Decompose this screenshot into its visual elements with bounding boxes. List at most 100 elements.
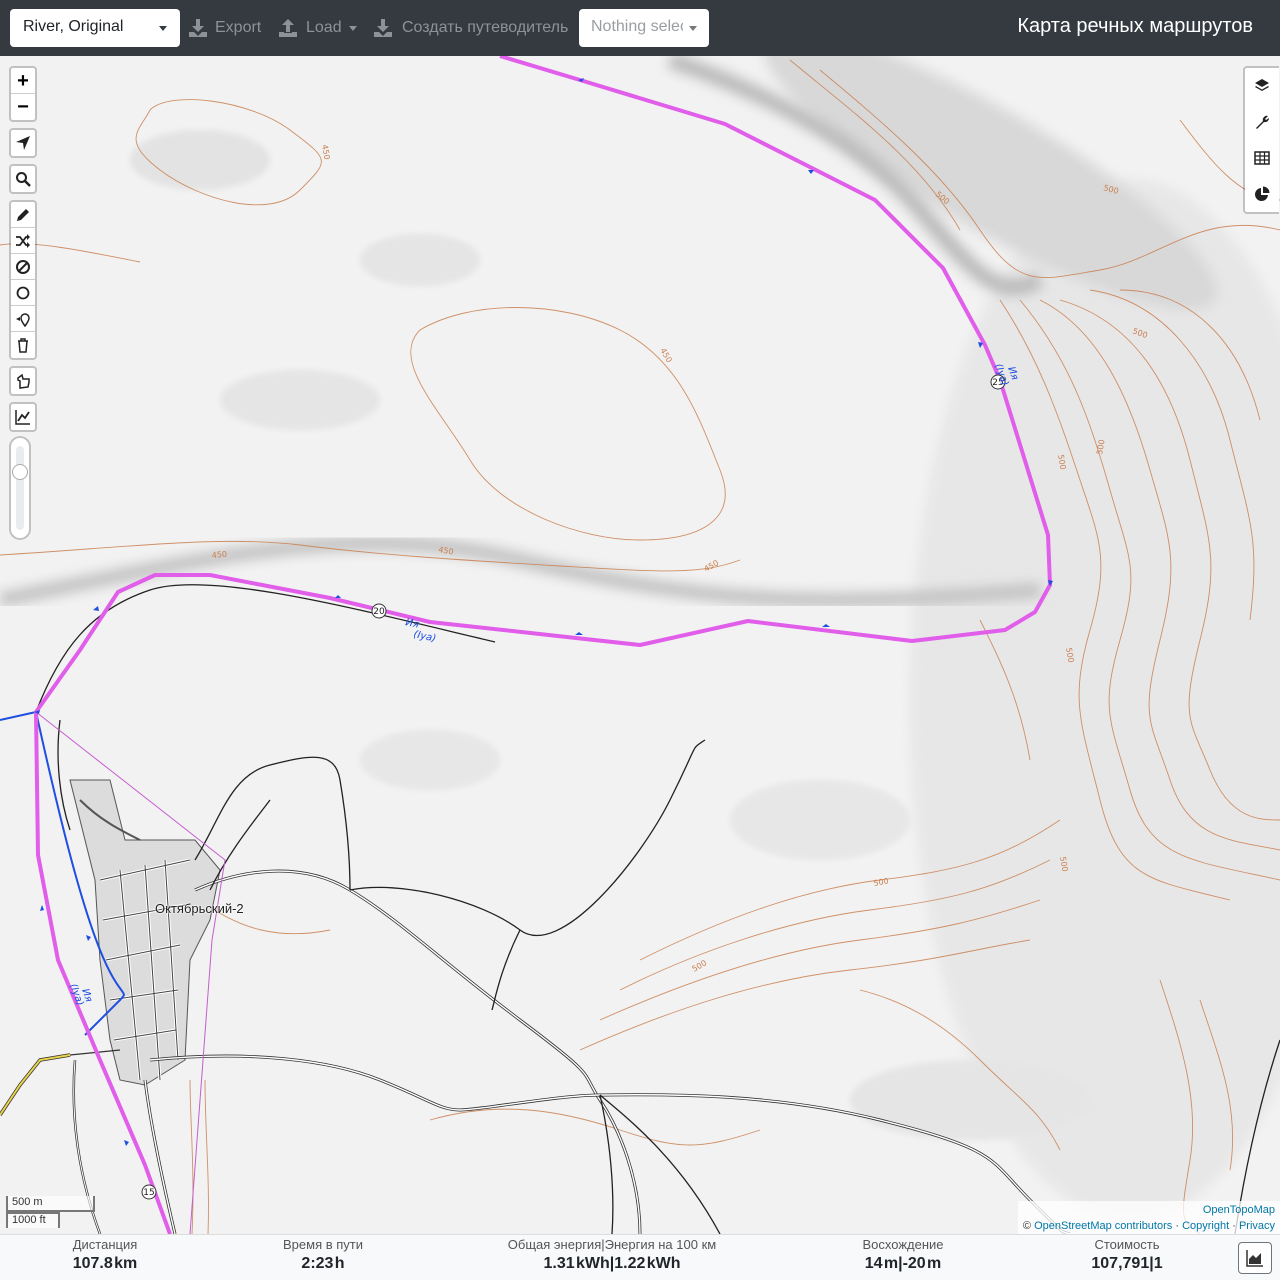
slider-track bbox=[16, 446, 24, 530]
draw-tools bbox=[9, 200, 37, 360]
stat-unit: km bbox=[114, 1255, 138, 1272]
stat-ascent: Восхождение 14 m|-20 m bbox=[838, 1237, 968, 1275]
settlement-label: Октябрьский-2 bbox=[155, 901, 244, 916]
table-icon bbox=[1254, 151, 1270, 165]
scale-imperial: 1000 ft bbox=[6, 1212, 60, 1228]
km-marker-label: 15 bbox=[143, 1188, 154, 1198]
separator: · bbox=[1175, 1220, 1179, 1232]
avoid-icon bbox=[16, 260, 30, 274]
stat-cost: Стоимость 107,791|1 bbox=[1062, 1237, 1192, 1275]
load-label: Load bbox=[306, 19, 342, 36]
poi-button[interactable] bbox=[11, 306, 35, 332]
pie-chart-icon bbox=[1255, 186, 1270, 201]
stat-title: Время в пути bbox=[283, 1237, 363, 1252]
hand-control bbox=[9, 366, 37, 396]
create-guide-button[interactable]: Создать путеводитель bbox=[373, 14, 573, 42]
area-chart-icon bbox=[1246, 1250, 1263, 1267]
hand-icon bbox=[17, 373, 30, 389]
statistics-button[interactable] bbox=[1245, 176, 1279, 212]
stat-value: 14 bbox=[864, 1255, 883, 1272]
route-select-value: Nothing selected bbox=[591, 18, 683, 35]
chevron-down-icon bbox=[689, 26, 697, 31]
chevron-down-icon bbox=[159, 26, 167, 31]
slider-thumb[interactable] bbox=[12, 464, 28, 480]
layers-icon bbox=[1255, 79, 1269, 91]
plus-icon: + bbox=[17, 70, 29, 92]
zoom-out-button[interactable]: − bbox=[11, 94, 35, 120]
route-stats-footer: Дистанция 107.8 km Время в пути 2:23 h О… bbox=[0, 1234, 1280, 1280]
upload-icon bbox=[279, 19, 297, 37]
map-canvas[interactable]: 450 450 450 450 450 500 500 500 500 500 … bbox=[0, 56, 1280, 1234]
minus-icon: − bbox=[17, 96, 29, 118]
download-icon bbox=[374, 19, 392, 37]
draw-route-button[interactable] bbox=[11, 202, 35, 228]
copyright-symbol: © bbox=[1022, 1220, 1032, 1232]
route-select[interactable]: Nothing selected bbox=[579, 9, 709, 47]
stat-distance: Дистанция 107.8 km bbox=[40, 1237, 170, 1275]
map-view[interactable]: 450 450 450 450 450 500 500 500 500 500 … bbox=[0, 56, 1280, 1234]
stat-unit: kWh bbox=[575, 1255, 610, 1272]
elevation-profile-button[interactable] bbox=[1238, 1242, 1272, 1274]
top-navbar: River, Original Export Load Создать путе… bbox=[0, 0, 1280, 56]
stat-value: -20 bbox=[902, 1255, 926, 1272]
shuffle-button[interactable] bbox=[11, 228, 35, 254]
copyright-link[interactable]: Copyright bbox=[1182, 1220, 1229, 1232]
stat-unit: m bbox=[927, 1255, 942, 1272]
stat-energy: Общая энергия|Энергия на 100 км 1.31 kWh… bbox=[482, 1237, 742, 1275]
elevation-chart-button[interactable] bbox=[11, 404, 35, 430]
hand-button[interactable] bbox=[11, 368, 35, 394]
draw-icon bbox=[17, 209, 29, 221]
stat-unit: m bbox=[883, 1255, 899, 1272]
wrench-icon bbox=[1256, 115, 1270, 129]
opacity-slider[interactable] bbox=[9, 436, 31, 540]
stat-value: 107,791 bbox=[1091, 1255, 1150, 1272]
locate-icon bbox=[16, 136, 30, 150]
locate-button[interactable] bbox=[11, 130, 35, 156]
poi-icon bbox=[16, 313, 30, 327]
brand-title: Карта речных маршрутов bbox=[1017, 15, 1253, 37]
stat-value: 1.31 bbox=[543, 1255, 575, 1272]
download-icon bbox=[189, 19, 207, 37]
export-button[interactable]: Export bbox=[188, 14, 268, 42]
zoom-control: + − bbox=[9, 66, 37, 122]
stat-value: 2:23 bbox=[301, 1255, 334, 1272]
settings-button[interactable] bbox=[1245, 104, 1279, 140]
search-button[interactable] bbox=[11, 166, 35, 192]
zoom-in-button[interactable]: + bbox=[11, 68, 35, 94]
attribution: OpenTopoMap © OpenStreetMap contributors… bbox=[1017, 1201, 1280, 1234]
elevation-chart-icon bbox=[15, 410, 30, 425]
search-icon bbox=[16, 172, 31, 187]
km-marker-label: 20 bbox=[373, 607, 385, 617]
table-button[interactable] bbox=[1245, 140, 1279, 176]
provider-link[interactable]: OpenTopoMap bbox=[1203, 1204, 1275, 1216]
stat-unit: h bbox=[334, 1255, 345, 1272]
layers-button[interactable] bbox=[1245, 68, 1279, 104]
circle-icon bbox=[16, 286, 30, 300]
search-control bbox=[9, 164, 37, 194]
stat-time: Время в пути 2:23 h bbox=[258, 1237, 388, 1275]
stat-unit: kWh bbox=[646, 1255, 681, 1272]
profile-select-value: River, Original bbox=[23, 18, 124, 35]
stat-value: 1 bbox=[1153, 1255, 1163, 1272]
delete-route-button[interactable] bbox=[11, 332, 35, 358]
load-button[interactable]: Load bbox=[278, 14, 360, 42]
circle-tool-button[interactable] bbox=[11, 280, 35, 306]
privacy-link[interactable]: Privacy bbox=[1239, 1220, 1275, 1232]
profile-select[interactable]: River, Original bbox=[10, 9, 180, 47]
stat-value: 107.8 bbox=[72, 1255, 113, 1272]
stat-title: Восхождение bbox=[862, 1237, 944, 1252]
layer-controls bbox=[1243, 66, 1279, 214]
osm-link[interactable]: OpenStreetMap contributors bbox=[1034, 1220, 1172, 1232]
export-label: Export bbox=[215, 19, 262, 36]
create-guide-label: Создать путеводитель bbox=[402, 19, 569, 36]
separator: · bbox=[1232, 1220, 1236, 1232]
stat-value: 1.22 bbox=[614, 1255, 646, 1272]
chevron-down-icon bbox=[349, 26, 357, 31]
stat-title: Дистанция bbox=[72, 1237, 138, 1252]
stat-title: Общая энергия|Энергия на 100 км bbox=[507, 1237, 717, 1252]
contour-label: 450 bbox=[211, 550, 227, 560]
avoid-area-button[interactable] bbox=[11, 254, 35, 280]
shuffle-icon bbox=[16, 234, 30, 248]
elevation-control bbox=[9, 402, 37, 432]
scale-metric: 500 m bbox=[6, 1196, 95, 1212]
